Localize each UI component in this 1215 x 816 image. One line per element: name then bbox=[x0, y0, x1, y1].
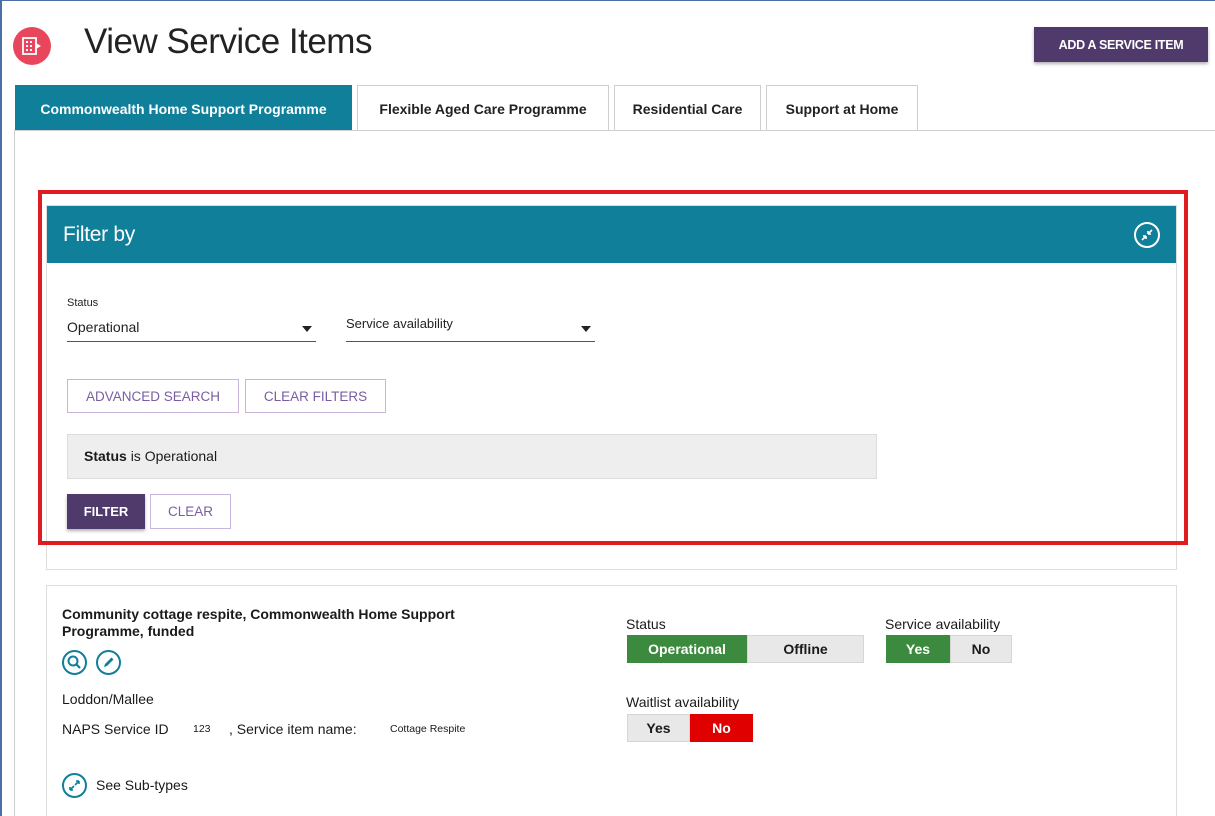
caret-down-icon bbox=[581, 326, 591, 332]
tab-support-at-home[interactable]: Support at Home bbox=[766, 85, 918, 131]
summary-value: is Operational bbox=[130, 448, 218, 464]
service-availability-select[interactable]: Service availability bbox=[346, 316, 595, 342]
clear-filters-button[interactable]: CLEAR FILTERS bbox=[245, 379, 386, 413]
waitlist-availability-label: Waitlist availability bbox=[626, 694, 740, 710]
summary-key: Status bbox=[84, 448, 127, 464]
status-field-label: Status bbox=[67, 297, 99, 309]
edit-pencil-icon[interactable] bbox=[96, 650, 121, 675]
service-item-name-label: , Service item name: bbox=[229, 721, 357, 737]
caret-down-icon bbox=[302, 326, 312, 332]
status-offline-toggle[interactable]: Offline bbox=[747, 635, 864, 663]
status-label: Status bbox=[626, 616, 666, 632]
expand-arrows-icon[interactable] bbox=[62, 773, 87, 798]
compress-arrows-icon[interactable] bbox=[1134, 222, 1160, 248]
naps-service-id-label: NAPS Service ID bbox=[62, 721, 169, 737]
waitlist-no-toggle[interactable]: No bbox=[690, 714, 753, 742]
advanced-search-button[interactable]: ADVANCED SEARCH bbox=[67, 379, 239, 413]
filter-button[interactable]: FILTER bbox=[67, 494, 145, 529]
tab-residential-care[interactable]: Residential Care bbox=[614, 85, 761, 131]
page-title: View Service Items bbox=[84, 22, 372, 61]
view-magnifier-icon[interactable] bbox=[62, 650, 87, 675]
filter-title: Filter by bbox=[63, 223, 135, 246]
service-item-name-value: Cottage Respite bbox=[390, 723, 466, 735]
filter-header[interactable]: Filter by bbox=[47, 206, 1176, 263]
see-subtypes-link[interactable]: See Sub-types bbox=[96, 777, 188, 793]
tab-flexible-aged-care[interactable]: Flexible Aged Care Programme bbox=[357, 85, 609, 131]
add-service-item-button[interactable]: ADD A SERVICE ITEM bbox=[1034, 27, 1208, 62]
status-select-value: Operational bbox=[67, 319, 140, 335]
naps-service-id-value: 123 bbox=[193, 723, 211, 735]
building-grid-icon bbox=[13, 27, 51, 65]
service-item-title: Community cottage respite, Commonwealth … bbox=[62, 606, 455, 639]
clear-button[interactable]: CLEAR bbox=[150, 494, 231, 529]
status-operational-toggle[interactable]: Operational bbox=[627, 635, 747, 663]
service-availability-label: Service availability bbox=[885, 616, 1001, 632]
waitlist-yes-toggle[interactable]: Yes bbox=[627, 714, 690, 742]
service-availability-placeholder: Service availability bbox=[346, 316, 453, 331]
availability-yes-toggle[interactable]: Yes bbox=[886, 635, 950, 663]
active-filter-summary: Status is Operational bbox=[67, 434, 877, 479]
region-text: Loddon/Mallee bbox=[62, 691, 154, 707]
status-select[interactable]: Operational bbox=[67, 316, 316, 342]
availability-no-toggle[interactable]: No bbox=[950, 635, 1012, 663]
tab-commonwealth-home-support[interactable]: Commonwealth Home Support Programme bbox=[15, 85, 352, 131]
